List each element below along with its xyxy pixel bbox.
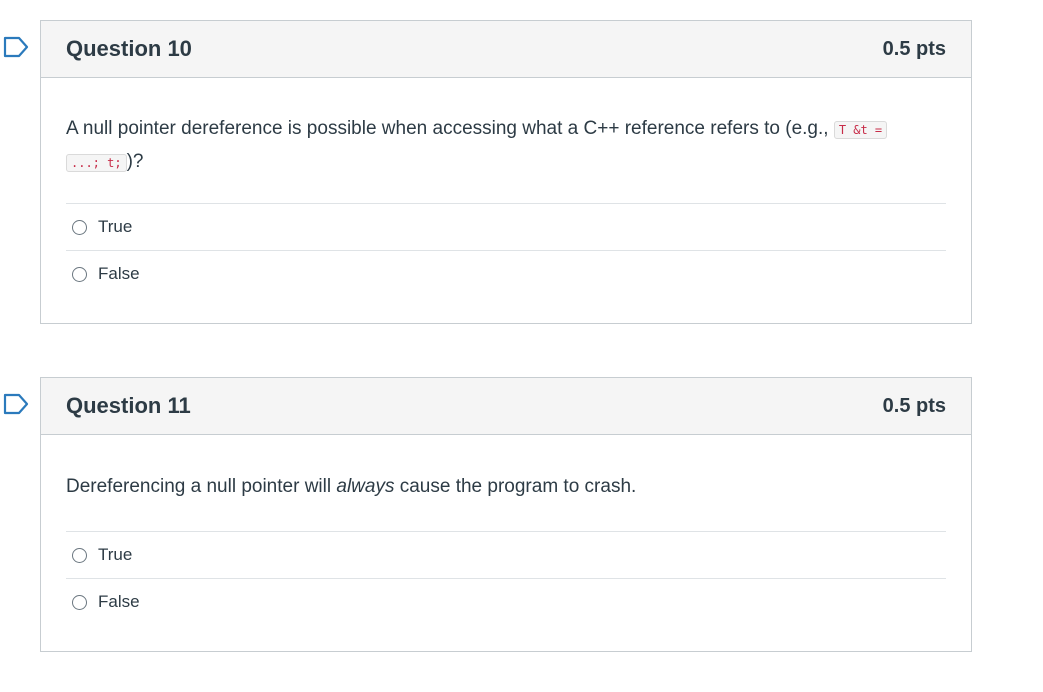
radio-button[interactable] [72, 219, 87, 235]
answer-option-true[interactable]: True [66, 531, 946, 578]
answer-list: True False [66, 203, 946, 297]
inline-code: ...; t; [66, 154, 127, 172]
question-title: Question 10 [66, 36, 192, 61]
question-body: Dereferencing a null pointer will always… [41, 471, 971, 625]
question-body: A null pointer dereference is possible w… [41, 113, 971, 297]
answer-label[interactable]: True [98, 545, 132, 565]
question-10: Question 10 0.5 pts A null pointer deref… [40, 20, 972, 324]
flag-question-icon[interactable] [2, 36, 30, 58]
radio-button[interactable] [72, 547, 87, 563]
question-points: 0.5 pts [882, 394, 946, 417]
answer-label[interactable]: True [98, 217, 132, 237]
question-header: Question 10 0.5 pts [41, 21, 971, 78]
question-text-emphasis: always [336, 476, 395, 497]
answer-option-false[interactable]: False [66, 250, 946, 297]
answer-option-true[interactable]: True [66, 203, 946, 250]
question-text-part: cause the program to crash. [394, 476, 637, 497]
question-points: 0.5 pts [882, 37, 946, 60]
radio-button[interactable] [72, 266, 87, 282]
answer-list: True False [66, 531, 946, 625]
question-text-part: A null pointer dereference is possible w… [66, 118, 834, 139]
question-11: Question 11 0.5 pts Dereferencing a null… [40, 377, 972, 652]
answer-option-false[interactable]: False [66, 578, 946, 625]
question-text: A null pointer dereference is possible w… [66, 113, 916, 203]
question-text: Dereferencing a null pointer will always… [66, 471, 946, 531]
inline-code: T &t = [833, 121, 888, 139]
answer-label[interactable]: False [98, 264, 140, 284]
radio-button[interactable] [72, 594, 87, 610]
question-title: Question 11 [66, 393, 191, 418]
flag-question-icon[interactable] [2, 393, 30, 415]
answer-label[interactable]: False [98, 592, 140, 612]
question-header: Question 11 0.5 pts [41, 378, 971, 435]
question-text-part: Dereferencing a null pointer will [66, 476, 337, 497]
question-text-part: )? [126, 151, 144, 172]
